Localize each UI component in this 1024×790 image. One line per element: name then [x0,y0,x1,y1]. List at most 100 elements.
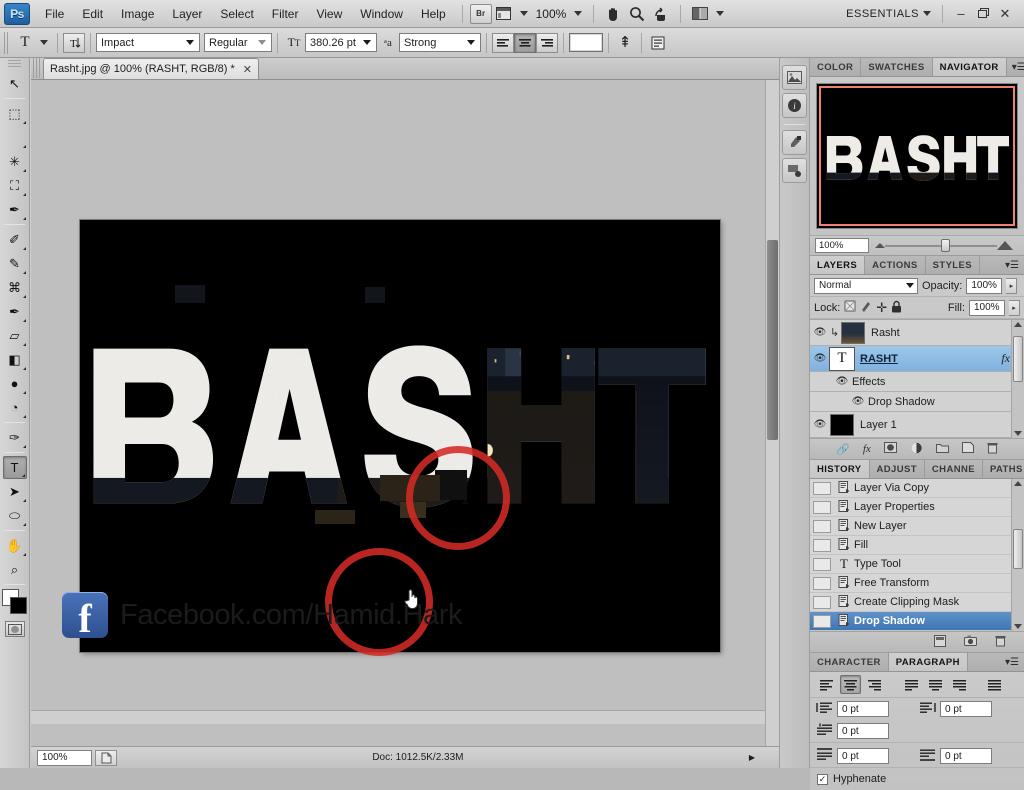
history-state-row[interactable]: T Type Tool [810,555,1024,574]
new-group-icon[interactable] [936,442,949,456]
status-more-icon[interactable]: ▶ [749,753,779,762]
zoom-tool[interactable]: ⌕ [3,558,27,581]
history-brush-tool[interactable]: ✒ [3,300,27,323]
menu-layer[interactable]: Layer [163,4,211,24]
zoom-out-icon[interactable] [875,243,885,248]
history-scrollbar[interactable] [1011,479,1024,631]
tab-paragraph[interactable]: PARAGRAPH [889,653,968,671]
menu-file[interactable]: File [36,4,73,24]
text-color-swatch[interactable] [569,33,603,52]
type-tool-icon[interactable]: T [14,32,36,54]
screen-mode-icon[interactable] [492,4,516,24]
tab-history[interactable]: HISTORY [810,460,870,478]
zoom-icon[interactable] [625,4,649,24]
history-state-row[interactable]: Fill [810,536,1024,555]
history-snapshot-source-checkbox[interactable] [813,596,831,609]
slider-knob[interactable] [941,239,950,252]
tab-character[interactable]: CHARACTER [810,653,889,671]
layer-effects-row[interactable]: 👁 Effects [810,372,1024,392]
hand-icon[interactable] [601,4,625,24]
hand-tool[interactable]: ✋ [3,534,27,557]
lock-position-icon[interactable]: ✛ [876,301,887,314]
layer-thumbnail[interactable] [830,414,854,436]
align-center-icon[interactable] [514,33,536,53]
crop-tool[interactable]: ⛶ [3,174,27,197]
clone-stamp-tool[interactable]: ⌘ [3,276,27,299]
justify-all-button[interactable] [984,675,1005,694]
info-icon[interactable]: i [782,93,807,118]
scrollbar-thumb[interactable] [1013,529,1023,569]
navigator-zoom-field[interactable]: 100% [815,238,869,253]
align-right-icon[interactable] [536,33,558,53]
lock-image-pixels-icon[interactable] [860,300,872,315]
history-snapshot-source-checkbox[interactable] [813,520,831,533]
indent-right-field[interactable]: 0 pt [940,701,992,717]
shape-tool[interactable]: ⬭ [3,504,27,527]
layer-effect-drop-shadow-row[interactable]: 👁 Drop Shadow [810,392,1024,412]
zoom-in-icon[interactable] [997,241,1013,250]
arrange-chevron-icon[interactable] [716,11,724,16]
launch-bridge-button[interactable]: Br [470,4,492,24]
canvas-area[interactable]: f Facebook.com/Hamid.Hark [31,80,779,746]
anti-alias-select[interactable]: Strong [399,33,481,52]
delete-state-icon[interactable] [995,635,1006,650]
menu-view[interactable]: View [307,4,351,24]
rotate-view-icon[interactable] [649,4,673,24]
kuler-icon[interactable] [782,158,807,183]
panel-menu-icon[interactable]: ▾☰ [1007,58,1024,76]
hyphenate-checkbox[interactable]: ✓ [817,774,828,785]
new-layer-icon[interactable] [962,442,974,456]
toolbox-grip[interactable] [8,60,21,69]
workspace-chevron-icon[interactable] [923,11,931,16]
history-snapshot-source-checkbox[interactable] [813,539,831,552]
align-text-right-button[interactable] [864,675,885,694]
layer-visibility-icon[interactable]: 👁 [810,419,830,430]
lock-all-icon[interactable] [891,300,902,316]
align-text-left-button[interactable] [816,675,837,694]
history-state-row[interactable]: Layer Via Copy [810,479,1024,498]
history-snapshot-source-checkbox[interactable] [813,577,831,590]
layer-thumbnail[interactable]: T [830,348,854,370]
fill-stepper[interactable]: ▸ [1009,300,1020,316]
tab-layers[interactable]: LAYERS [810,256,865,274]
options-bar-grip[interactable] [4,32,10,54]
menu-select[interactable]: Select [211,4,262,24]
menu-edit[interactable]: Edit [73,4,112,24]
vertical-scrollbar[interactable] [765,80,779,746]
workspace-label[interactable]: ESSENTIALS [846,8,919,20]
eraser-tool[interactable]: ▱ [3,324,27,347]
panel-menu-icon[interactable]: ▾☰ [1000,256,1024,274]
scroll-up-icon[interactable] [1014,322,1022,327]
tool-preset-chevron-icon[interactable] [40,40,48,45]
tab-actions[interactable]: ACTIONS [865,256,926,274]
space-before-field[interactable]: 0 pt [837,748,889,764]
effect-visibility-icon[interactable]: 👁 [848,396,868,407]
space-after-field[interactable]: 0 pt [940,748,992,764]
color-picker-icon[interactable] [782,130,807,155]
history-snapshot-source-checkbox[interactable] [813,501,831,514]
add-layer-mask-icon[interactable] [884,442,897,456]
history-snapshot-source-checkbox[interactable] [813,482,831,495]
scroll-down-icon[interactable] [1014,431,1022,436]
layer-row-layer1[interactable]: 👁 Layer 1 [810,412,1024,438]
tab-color[interactable]: COLOR [810,58,861,76]
delete-layer-icon[interactable] [987,442,998,457]
scroll-up-icon[interactable] [1014,481,1022,486]
history-snapshot-source-checkbox[interactable] [813,615,831,628]
arrange-documents-icon[interactable] [688,4,712,24]
color-swatches[interactable] [2,589,28,615]
history-snapshot-source-checkbox[interactable] [813,558,831,571]
mini-bridge-icon[interactable] [782,65,807,90]
scrollbar-thumb[interactable] [1013,336,1023,382]
path-selection-tool[interactable]: ➤ [3,480,27,503]
document-proxy-icon[interactable] [95,750,117,766]
tab-channels[interactable]: CHANNE [925,460,983,478]
gradient-tool[interactable]: ◧ [3,348,27,371]
layer-visibility-icon[interactable]: 👁 [810,353,830,364]
new-adjustment-layer-icon[interactable] [910,442,923,457]
history-state-row[interactable]: Drop Shadow [810,612,1024,631]
link-layers-icon[interactable]: 🔗 [836,443,850,456]
scroll-down-icon[interactable] [1014,624,1022,629]
status-zoom-field[interactable]: 100% [37,750,92,766]
restore-button[interactable] [972,3,994,25]
